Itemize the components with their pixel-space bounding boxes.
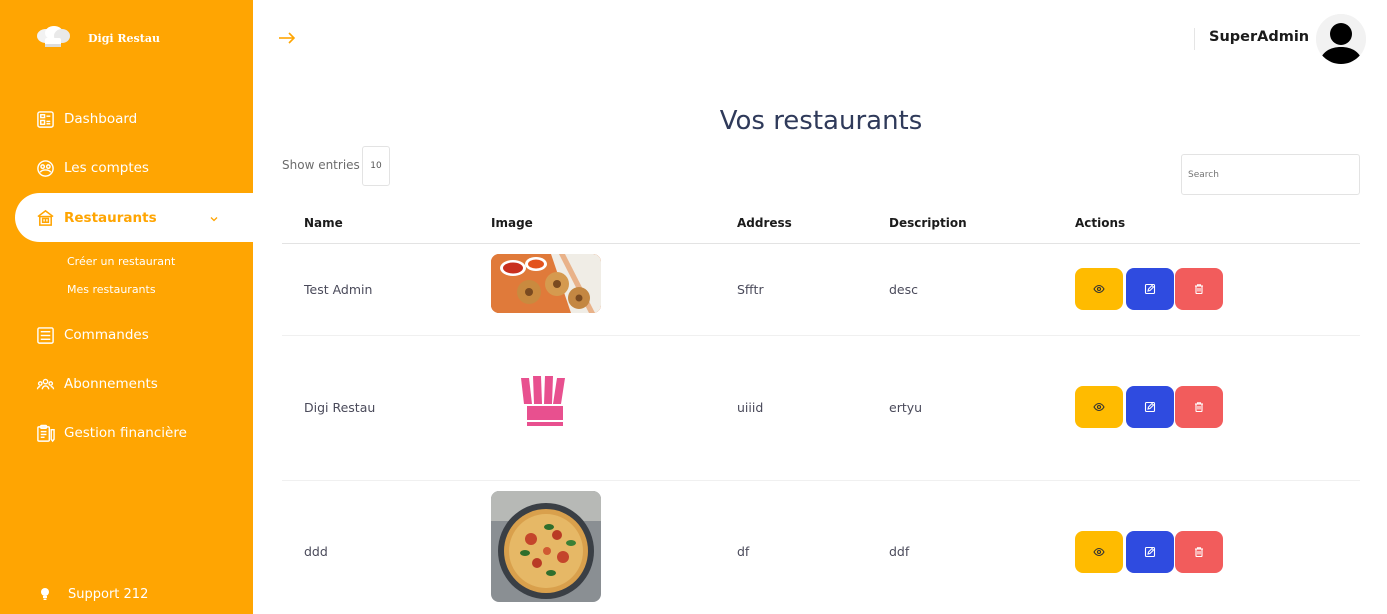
row-description: ddf: [889, 544, 910, 559]
sidebar-item-accounts[interactable]: Les comptes: [36, 156, 149, 180]
entries-select[interactable]: 10: [362, 146, 390, 186]
app-root: Digi Restau Dashboard Les comptes Restau…: [0, 0, 1387, 614]
orders-icon: [36, 326, 55, 345]
sidebar-item-subscriptions[interactable]: Abonnements: [36, 372, 158, 396]
edit-button[interactable]: [1126, 268, 1174, 310]
delete-button[interactable]: [1175, 268, 1223, 310]
support-label: Support 212: [68, 586, 149, 602]
finance-icon: [36, 424, 55, 443]
sidebar-item-label: Restaurants: [64, 209, 157, 226]
row-name: ddd: [304, 544, 328, 559]
eye-icon: [1093, 284, 1105, 294]
view-button[interactable]: [1075, 268, 1123, 310]
column-header-name[interactable]: Name: [304, 216, 343, 230]
row-address: Sfftr: [737, 282, 764, 297]
row-address: df: [737, 544, 750, 559]
support-link[interactable]: Support 212: [38, 586, 148, 602]
view-button[interactable]: [1075, 531, 1123, 573]
column-header-description[interactable]: Description: [889, 216, 967, 230]
accounts-icon: [36, 159, 55, 178]
row-name: Test Admin: [304, 282, 373, 297]
view-button[interactable]: [1075, 386, 1123, 428]
trash-icon: [1195, 402, 1203, 413]
lightbulb-icon: [38, 586, 52, 602]
chef-hat-logo-icon: [36, 26, 70, 50]
edit-icon: [1144, 401, 1156, 413]
column-header-image[interactable]: Image: [491, 216, 533, 230]
column-header-address[interactable]: Address: [737, 216, 792, 230]
edit-button[interactable]: [1126, 531, 1174, 573]
sidebar-item-label: Abonnements: [64, 376, 158, 392]
delete-button[interactable]: [1175, 386, 1223, 428]
brand[interactable]: Digi Restau: [36, 26, 160, 50]
restaurant-image-food: [491, 254, 601, 313]
eye-icon: [1093, 402, 1105, 412]
row-divider: [282, 335, 1360, 336]
header-divider: [1194, 28, 1195, 50]
sidebar-item-label: Les comptes: [64, 160, 149, 176]
eye-icon: [1093, 547, 1105, 557]
dashboard-icon: [36, 110, 55, 129]
sidebar-item-label: Gestion financière: [64, 425, 187, 441]
sidebar-subitem-create-restaurant[interactable]: Créer un restaurant: [67, 255, 175, 268]
sidebar-item-finance[interactable]: Gestion financière: [36, 421, 187, 445]
edit-icon: [1144, 546, 1156, 558]
show-entries-label: Show entries: [282, 158, 360, 172]
sidebar-subitem-my-restaurants[interactable]: Mes restaurants: [67, 283, 156, 296]
table-header-divider: [282, 243, 1360, 244]
avatar[interactable]: [1316, 14, 1366, 64]
column-header-actions: Actions: [1075, 216, 1126, 230]
row-address: uiiid: [737, 400, 764, 415]
edit-button[interactable]: [1126, 386, 1174, 428]
row-description: ertyu: [889, 400, 923, 415]
sidebar: Digi Restau Dashboard Les comptes Restau…: [0, 0, 253, 614]
sidebar-item-label: Commandes: [64, 327, 149, 343]
sidebar-item-restaurants[interactable]: Restaurants: [15, 193, 253, 242]
subscriptions-icon: [36, 375, 55, 394]
restaurant-image-pizza: [491, 491, 601, 602]
sidebar-item-label: Dashboard: [64, 111, 138, 127]
restaurant-image-chef-hat: [491, 372, 601, 432]
edit-icon: [1144, 283, 1156, 295]
trash-icon: [1195, 547, 1203, 558]
search-input[interactable]: [1181, 154, 1360, 195]
user-silhouette-icon: [1316, 14, 1366, 64]
chevron-down-icon[interactable]: [209, 212, 219, 222]
row-divider: [282, 480, 1360, 481]
page-title: Vos restaurants: [719, 106, 923, 136]
brand-name: Digi Restau: [88, 31, 160, 45]
trash-icon: [1195, 284, 1203, 295]
user-name[interactable]: SuperAdmin: [1209, 29, 1309, 45]
delete-button[interactable]: [1175, 531, 1223, 573]
sidebar-toggle-arrow-icon[interactable]: [277, 30, 297, 46]
restaurant-icon: [36, 208, 55, 227]
row-description: desc: [889, 282, 919, 297]
sidebar-item-orders[interactable]: Commandes: [36, 323, 149, 347]
row-name: Digi Restau: [304, 400, 376, 415]
sidebar-item-dashboard[interactable]: Dashboard: [36, 107, 137, 131]
